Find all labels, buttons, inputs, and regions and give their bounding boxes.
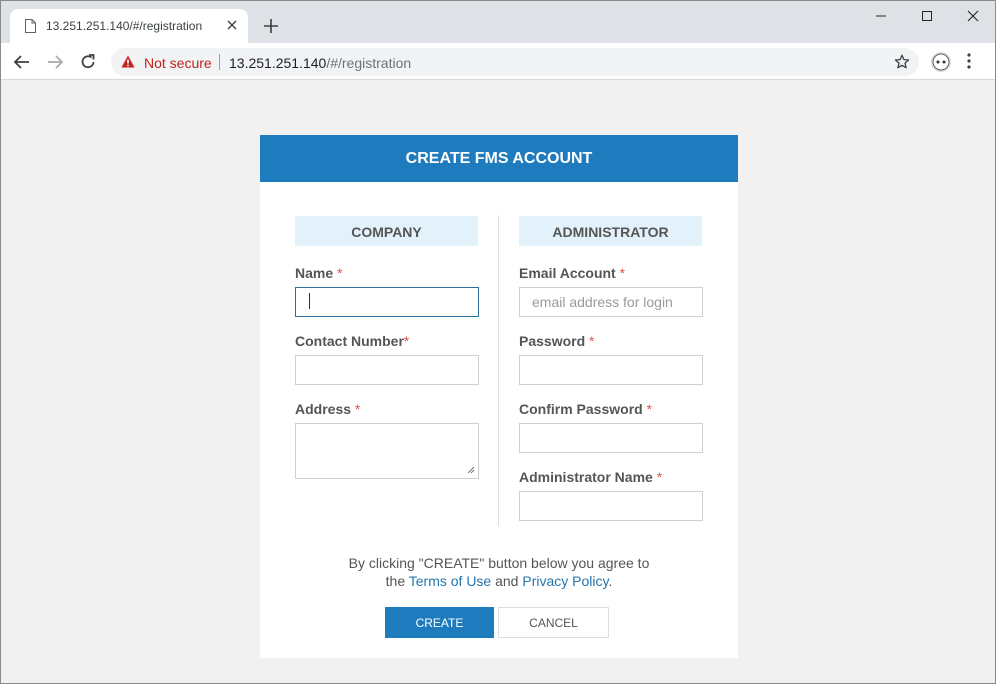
privacy-policy-link[interactable]: Privacy Policy [522, 573, 608, 589]
email-account-input[interactable] [519, 287, 703, 317]
address-bar[interactable]: Not secure 13.251.251.140/#/registration [111, 48, 919, 76]
cancel-button[interactable]: CANCEL [498, 607, 609, 638]
confirm-password-label: Confirm Password * [519, 401, 652, 417]
required-marker: * [403, 333, 410, 349]
company-name-label-text: Name [295, 265, 334, 281]
url-path: /#/registration [326, 55, 412, 71]
text-caret [309, 293, 310, 309]
tab-title: 13.251.251.140/#/registration [46, 19, 203, 33]
minimize-icon[interactable] [874, 9, 888, 23]
back-arrow-icon[interactable] [13, 53, 31, 71]
email-account-label-text: Email Account [519, 265, 616, 281]
agreement-and: and [495, 573, 519, 589]
administrator-name-label-text: Administrator Name [519, 469, 653, 485]
profile-icon[interactable] [931, 52, 951, 72]
resize-grip-icon[interactable] [467, 466, 475, 474]
menu-icon[interactable] [967, 53, 971, 69]
forward-arrow-icon[interactable] [46, 53, 64, 71]
url-host: 13.251.251.140 [229, 55, 327, 71]
agreement-line-2: the Terms of Use and Privacy Policy. [260, 572, 738, 590]
create-button[interactable]: CREATE [385, 607, 494, 638]
address-textarea[interactable] [295, 423, 479, 479]
agreement-the: the [385, 573, 406, 589]
browser-toolbar: Not secure 13.251.251.140/#/registration [1, 43, 995, 80]
address-label: Address * [295, 401, 360, 417]
required-marker: * [646, 401, 653, 417]
required-marker: * [589, 333, 595, 349]
contact-number-label: Contact Number* [295, 333, 409, 349]
email-account-label: Email Account * [519, 265, 625, 281]
required-marker: * [354, 401, 361, 417]
administrator-name-input[interactable] [519, 491, 703, 521]
column-divider [498, 215, 499, 526]
confirm-password-input[interactable] [519, 423, 703, 453]
contact-number-input[interactable] [295, 355, 479, 385]
password-label-text: Password [519, 333, 586, 349]
registration-card: CREATE FMS ACCOUNT COMPANY ADMINISTRATOR… [260, 135, 738, 658]
url-text[interactable]: 13.251.251.140/#/registration [229, 55, 411, 71]
password-label: Password * [519, 333, 594, 349]
plus-icon[interactable] [263, 18, 279, 34]
address-label-text: Address [295, 401, 352, 417]
close-icon[interactable] [226, 19, 238, 31]
contact-number-label-text: Contact Number [295, 333, 404, 349]
required-marker: * [337, 265, 343, 281]
agreement-line-1: By clicking "CREATE" button below you ag… [348, 555, 650, 571]
company-name-input[interactable] [295, 287, 479, 317]
agreement-text: By clicking "CREATE" button below you ag… [260, 554, 738, 590]
warning-icon [121, 55, 135, 68]
administrator-section-heading: ADMINISTRATOR [519, 216, 702, 246]
address-separator [219, 54, 220, 70]
agreement-end: . [608, 573, 613, 589]
security-label[interactable]: Not secure [144, 55, 212, 71]
form-title: CREATE FMS ACCOUNT [260, 135, 738, 182]
reload-icon[interactable] [79, 53, 97, 71]
terms-of-use-link[interactable]: Terms of Use [409, 573, 491, 589]
required-marker: * [656, 469, 663, 485]
browser-window: 13.251.251.140/#/registration Not secure… [0, 0, 996, 684]
administrator-name-label: Administrator Name * [519, 469, 662, 485]
document-icon [25, 19, 36, 33]
star-icon[interactable] [894, 54, 910, 70]
tab-strip: 13.251.251.140/#/registration [1, 1, 995, 43]
window-close-icon[interactable] [966, 9, 980, 23]
company-name-label: Name * [295, 265, 342, 281]
required-marker: * [619, 265, 626, 281]
company-section-heading: COMPANY [295, 216, 478, 246]
maximize-icon[interactable] [920, 9, 934, 23]
confirm-password-label-text: Confirm Password [519, 401, 643, 417]
password-input[interactable] [519, 355, 703, 385]
browser-tab[interactable]: 13.251.251.140/#/registration [10, 9, 248, 43]
